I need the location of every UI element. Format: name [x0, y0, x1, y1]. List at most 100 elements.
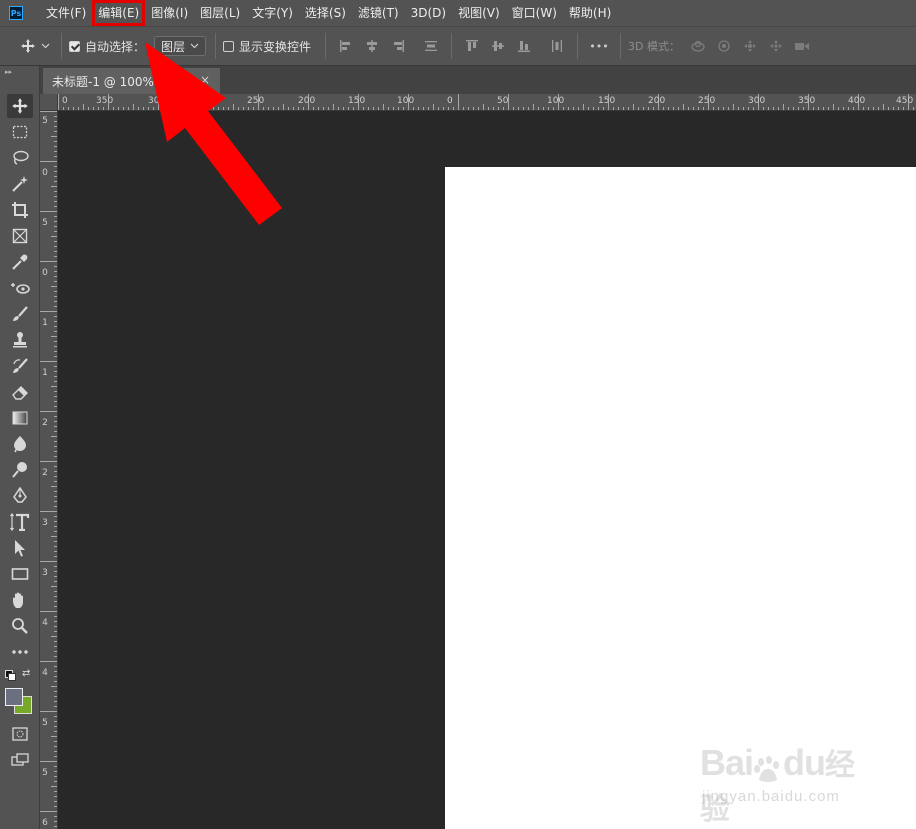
auto-select-target-dropdown[interactable]: 图层 [154, 36, 207, 56]
align-left-icon[interactable] [336, 36, 356, 56]
crop-tool-icon[interactable] [7, 198, 33, 222]
screen-mode-icon[interactable] [7, 748, 33, 772]
ruler-label: 5 [42, 218, 48, 228]
rectangle-tool-icon[interactable] [7, 562, 33, 586]
quick-mask-icon[interactable] [7, 722, 33, 746]
menu-file[interactable]: 文件(F) [40, 0, 92, 26]
ruler-label: 300 [148, 96, 166, 106]
eyedropper-tool-icon[interactable] [7, 250, 33, 274]
dodge-tool-icon[interactable] [7, 458, 33, 482]
menu-window[interactable]: 窗口(W) [506, 0, 563, 26]
ruler-label: 4 [42, 668, 48, 678]
ruler-label: 1 [42, 368, 48, 378]
default-colors-icon[interactable] [5, 670, 16, 681]
chevron-down-icon[interactable] [39, 36, 51, 56]
menu-bar: Ps 文件(F) 编辑(E) 图像(I) 图层(L) 文字(Y) 选择(S) 滤… [0, 0, 916, 26]
document-tab[interactable]: 未标题-1 @ 100%( × [43, 68, 220, 94]
frame-tool-icon[interactable] [7, 224, 33, 248]
history-brush-tool-icon[interactable] [7, 354, 33, 378]
ruler-label: 200 [648, 96, 666, 106]
foreground-color-swatch[interactable] [5, 688, 23, 706]
ruler-label: 1 [42, 318, 48, 328]
ruler-label: 5 [42, 768, 48, 778]
menu-select[interactable]: 选择(S) [299, 0, 352, 26]
collapse-panel-icon[interactable]: ▸▸ [5, 68, 12, 76]
healing-brush-tool-icon[interactable] [7, 276, 33, 300]
hand-tool-icon[interactable] [7, 588, 33, 612]
pen-tool-icon[interactable] [7, 484, 33, 508]
document-canvas[interactable] [445, 167, 916, 829]
ruler-label: 150 [348, 96, 366, 106]
type-tool-icon[interactable] [7, 510, 33, 534]
marquee-tool-icon[interactable] [7, 120, 33, 144]
ruler-label: 350 [798, 96, 816, 106]
ruler-ticks [58, 94, 914, 110]
ruler-label: 0 [62, 96, 68, 106]
ruler-label: 2 [42, 418, 48, 428]
photoshop-logo-icon: Ps [9, 6, 23, 20]
ruler-label: 5 [42, 718, 48, 728]
zoom-tool-icon[interactable] [7, 614, 33, 638]
gradient-tool-icon[interactable] [7, 406, 33, 430]
ruler-label: 50 [497, 96, 509, 106]
align-right-icon[interactable] [388, 36, 408, 56]
chevron-down-icon [190, 43, 199, 49]
document-tab-title: 未标题-1 @ 100%( [52, 74, 159, 89]
ruler-label: 250 [698, 96, 716, 106]
show-transform-checkbox[interactable] [223, 40, 235, 52]
align-bottom-icon[interactable] [514, 36, 534, 56]
menu-edit[interactable]: 编辑(E) [92, 0, 146, 26]
move-tool-icon[interactable] [7, 94, 33, 118]
more-tools-icon[interactable] [7, 640, 33, 664]
separator [577, 33, 579, 59]
document-tab-bar: 未标题-1 @ 100%( × [40, 66, 916, 94]
3d-scale-camera-icon[interactable] [792, 36, 812, 56]
menu-help[interactable]: 帮助(H) [563, 0, 617, 26]
more-options-button[interactable]: ••• [588, 36, 610, 56]
menu-view[interactable]: 视图(V) [452, 0, 506, 26]
3d-slide-icon[interactable] [766, 36, 786, 56]
3d-roll-icon[interactable] [714, 36, 734, 56]
distribute-vertical-icon[interactable] [421, 36, 441, 56]
menu-3d[interactable]: 3D(D) [405, 0, 452, 26]
magic-wand-tool-icon[interactable] [7, 172, 33, 196]
3d-orbit-icon[interactable] [688, 36, 708, 56]
ruler-origin[interactable] [40, 94, 58, 111]
move-tool-preset-icon[interactable] [18, 36, 38, 56]
ruler-label: 3 [42, 518, 48, 528]
3d-pan-icon[interactable] [740, 36, 760, 56]
lasso-tool-icon[interactable] [7, 146, 33, 170]
close-tab-icon[interactable]: × [200, 73, 210, 87]
ruler-label: 150 [598, 96, 616, 106]
blur-tool-icon[interactable] [7, 432, 33, 456]
ruler-label: 0 [447, 96, 453, 106]
separator [620, 33, 622, 59]
menu-type[interactable]: 文字(Y) [246, 0, 299, 26]
ruler-label: 300 [748, 96, 766, 106]
distribute-horizontal-icon[interactable] [547, 36, 567, 56]
menu-layer[interactable]: 图层(L) [194, 0, 246, 26]
auto-select-checkbox[interactable] [69, 40, 80, 52]
brush-tool-icon[interactable] [7, 302, 33, 326]
ruler-label: 450 [896, 96, 914, 106]
vertical-ruler[interactable]: 5 0 5 0 1 1 2 2 3 3 4 4 5 5 6 [40, 111, 58, 829]
menu-image[interactable]: 图像(I) [145, 0, 194, 26]
swap-colors-icon[interactable]: ⇄ [22, 668, 30, 679]
canvas-pasteboard[interactable] [58, 111, 916, 829]
align-horizontal-center-icon[interactable] [362, 36, 382, 56]
eraser-tool-icon[interactable] [7, 380, 33, 404]
path-selection-tool-icon[interactable] [7, 536, 33, 560]
separator [451, 33, 453, 59]
horizontal-ruler[interactable]: 0 350 300 250 200 150 100 0 50 100 150 2… [58, 94, 916, 111]
separator [215, 33, 217, 59]
align-top-icon[interactable] [462, 36, 482, 56]
separator [61, 33, 62, 59]
ruler-label: 4 [42, 618, 48, 628]
ruler-label: 0 [42, 268, 48, 278]
options-bar: 自动选择： 图层 显示变换控件 ••• 3D 模式： [0, 26, 916, 66]
ruler-label: 100 [547, 96, 565, 106]
align-vertical-center-icon[interactable] [488, 36, 508, 56]
ruler-label: 350 [96, 96, 114, 106]
menu-filter[interactable]: 滤镜(T) [352, 0, 405, 26]
clone-stamp-tool-icon[interactable] [7, 328, 33, 352]
